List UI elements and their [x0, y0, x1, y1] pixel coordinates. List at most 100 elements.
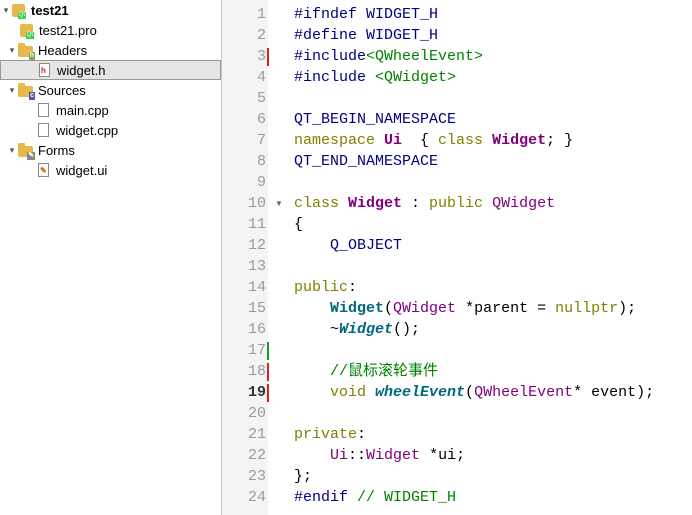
code-line[interactable]: #include<QWheelEvent> — [294, 46, 483, 67]
chevron-down-icon[interactable]: ▾ — [6, 145, 18, 156]
code-token: : — [357, 426, 367, 443]
header-file-icon: h — [39, 63, 50, 77]
code-token: QWheelEvent — [474, 384, 574, 401]
code-token: *parent = — [456, 300, 556, 317]
code-token: ; } — [546, 132, 574, 149]
code-token: Widget — [348, 195, 403, 212]
code-line[interactable]: { — [294, 214, 303, 235]
code-line[interactable]: #include <QWidget> — [294, 67, 456, 88]
line-number: 17 — [247, 342, 266, 359]
code-token: QWidget — [393, 300, 457, 317]
code-line[interactable]: ~Widget(); — [294, 319, 420, 340]
line-number: 3 — [256, 48, 266, 65]
tree-item-pro-file[interactable]: test21.pro — [0, 20, 221, 40]
code-token: Widget — [330, 300, 385, 317]
code-token: namespace — [294, 132, 385, 149]
code-token: QT_END_NAMESPACE — [294, 153, 439, 170]
tree-item-sources[interactable]: ▾ c Sources — [0, 80, 221, 100]
pro-file-label: test21.pro — [39, 22, 97, 38]
code-token: nullptr — [555, 300, 619, 317]
code-token: }; — [294, 468, 313, 485]
sources-label: Sources — [38, 82, 86, 98]
code-token: public — [429, 195, 493, 212]
code-token: * event); — [573, 384, 655, 401]
code-line[interactable]: private: — [294, 424, 366, 445]
code-token: QT_BEGIN_NAMESPACE — [294, 111, 457, 128]
code-line[interactable]: void wheelEvent(QWheelEvent* event); — [294, 382, 654, 403]
line-number: 13 — [247, 258, 266, 275]
code-token: ); — [618, 300, 637, 317]
code-line[interactable]: Ui::Widget *ui; — [294, 445, 465, 466]
code-token: Ui — [330, 447, 349, 464]
line-number: 16 — [247, 321, 266, 338]
code-line[interactable]: }; — [294, 466, 312, 487]
code-token: QWidget — [492, 195, 556, 212]
tree-item-headers[interactable]: ▾ h Headers — [0, 40, 221, 60]
code-line[interactable]: Widget(QWidget *parent = nullptr); — [294, 298, 636, 319]
code-token: <QWheelEvent> — [366, 48, 484, 65]
change-marker — [267, 48, 269, 66]
widget-h-label: widget.h — [57, 62, 106, 78]
tree-item-widget-h[interactable]: h widget.h — [0, 60, 221, 80]
chevron-down-icon[interactable]: ▾ — [6, 85, 18, 96]
line-number: 11 — [247, 216, 266, 233]
code-line[interactable]: //鼠标滚轮事件 — [294, 361, 438, 382]
code-token: ~ — [294, 321, 340, 338]
code-token: Ui — [384, 132, 403, 149]
line-number: 14 — [247, 279, 266, 296]
code-token: #ifndef WIDGET_H — [294, 6, 439, 23]
tree-item-main-cpp[interactable]: main.cpp — [0, 100, 221, 120]
code-token: *ui; — [420, 447, 466, 464]
tree-item-project[interactable]: ▾ test21 — [0, 0, 221, 20]
code-token: class — [294, 195, 349, 212]
code-token: // WIDGET_H — [357, 489, 457, 506]
code-line[interactable]: namespace Ui { class Widget; } — [294, 130, 573, 151]
project-tree: ▾ test21 test21.pro ▾ h Headers h widget… — [0, 0, 222, 515]
code-token: #include — [294, 69, 376, 86]
source-file-icon — [38, 103, 49, 117]
widget-ui-label: widget.ui — [56, 162, 108, 178]
line-number: 5 — [256, 90, 266, 107]
code-line[interactable]: #define WIDGET_H — [294, 25, 438, 46]
line-number: 20 — [247, 405, 266, 422]
tree-item-forms[interactable]: ▾ ✎ Forms — [0, 140, 221, 160]
code-token: <QWidget> — [375, 69, 457, 86]
tree-item-widget-cpp[interactable]: widget.cpp — [0, 120, 221, 140]
line-number: 15 — [247, 300, 266, 317]
line-number: 24 — [247, 489, 266, 506]
tree-item-widget-ui[interactable]: ✎ widget.ui — [0, 160, 221, 180]
code-token: Widget — [339, 321, 394, 338]
code-token: #define WIDGET_H — [294, 27, 439, 44]
code-token: Widget — [366, 447, 421, 464]
code-editor[interactable]: 1 2 3 4 5 6 7 8 9 10 ▼ 11 12 13 14 15 16 17 18 19 20 21 22 23 24… — [222, 0, 692, 515]
chevron-down-icon[interactable]: ▾ — [6, 45, 18, 56]
line-number: 22 — [247, 447, 266, 464]
folder-icon: ✎ — [18, 142, 35, 160]
code-token: ( — [384, 300, 394, 317]
code-line[interactable]: #ifndef WIDGET_H — [294, 4, 438, 25]
code-line[interactable]: QT_BEGIN_NAMESPACE — [294, 109, 456, 130]
line-number: 6 — [256, 111, 266, 128]
line-number: 23 — [247, 468, 266, 485]
line-number: 4 — [256, 69, 266, 86]
code-line[interactable]: Q_OBJECT — [294, 235, 402, 256]
source-file-icon — [38, 123, 49, 137]
pro-file-icon — [20, 23, 34, 39]
code-line[interactable]: class Widget : public QWidget — [294, 193, 555, 214]
line-number: 1 — [256, 6, 266, 23]
code-token: { — [294, 216, 304, 233]
code-token: private — [294, 426, 358, 443]
code-token: Q_OBJECT — [330, 237, 403, 254]
chevron-down-icon[interactable]: ▾ — [0, 5, 12, 16]
code-line[interactable]: public: — [294, 277, 357, 298]
widget-cpp-label: widget.cpp — [56, 122, 119, 138]
code-token: #endif — [294, 489, 358, 506]
fold-toggle-icon[interactable]: ▼ — [275, 193, 283, 214]
code-line[interactable]: QT_END_NAMESPACE — [294, 151, 438, 172]
code-token: void — [330, 384, 376, 401]
code-line[interactable]: #endif // WIDGET_H — [294, 487, 456, 508]
code-token: public — [294, 279, 349, 296]
change-marker — [267, 363, 269, 381]
